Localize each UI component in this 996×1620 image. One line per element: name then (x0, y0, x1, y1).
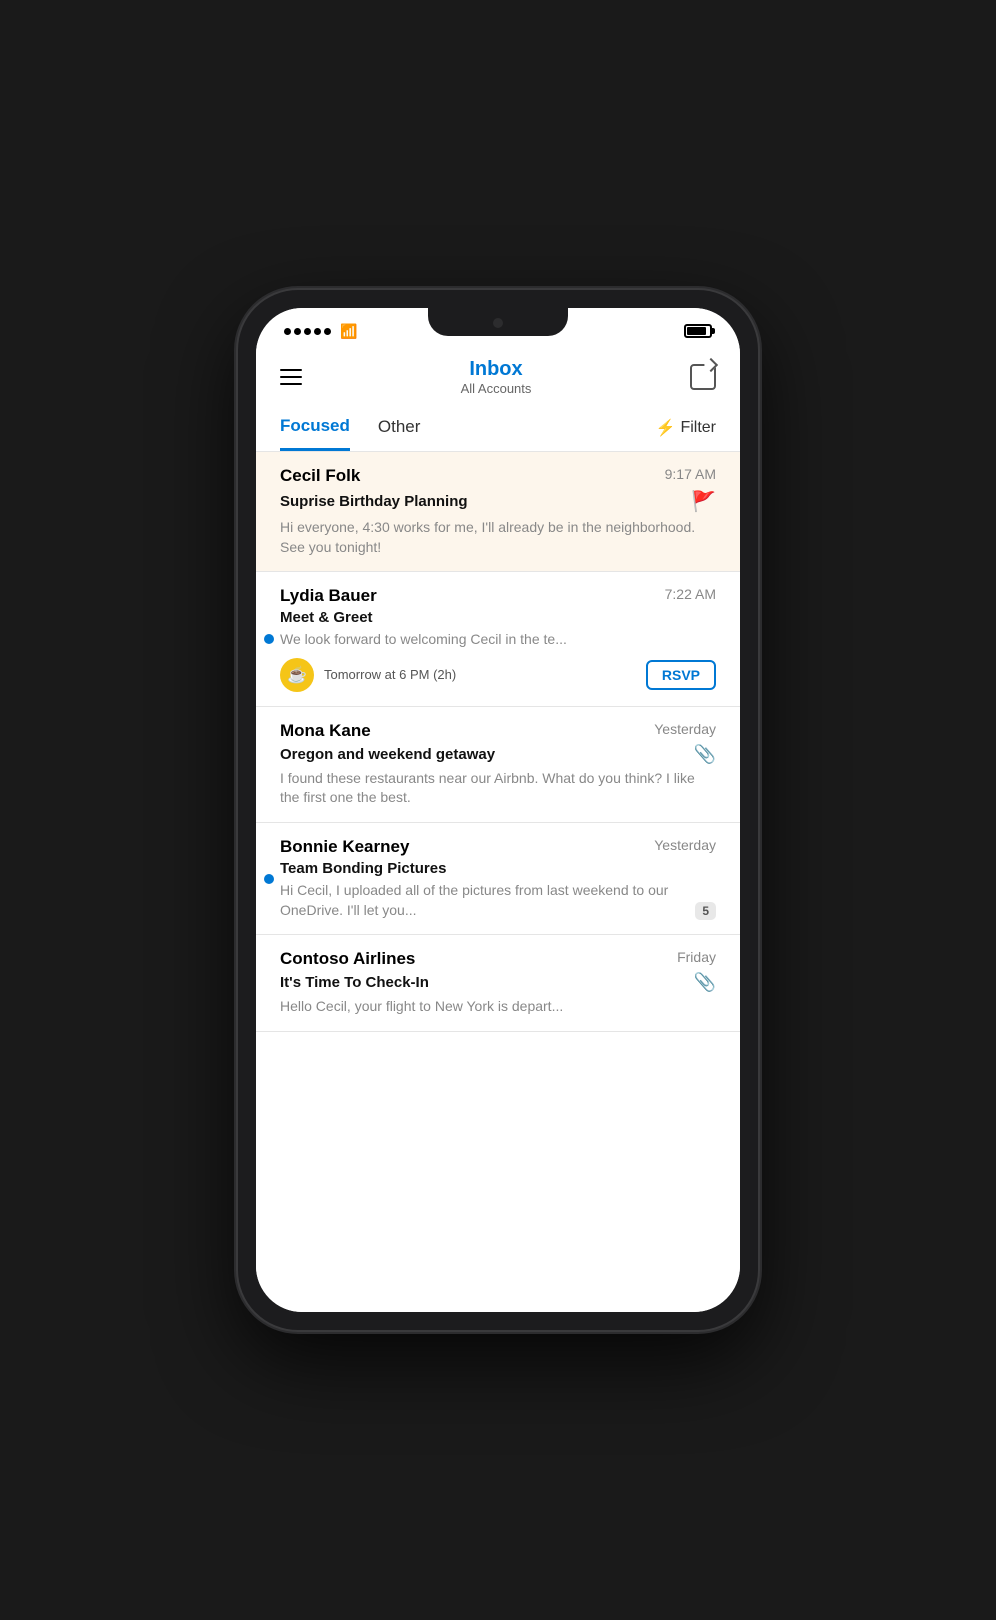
hamburger-line-3 (280, 383, 302, 385)
email-5-sender: Contoso Airlines (280, 949, 415, 969)
email-1-sender: Cecil Folk (280, 466, 360, 486)
filter-label: Filter (680, 419, 716, 437)
email-3-preview: I found these restaurants near our Airbn… (280, 769, 716, 808)
email-4-sender: Bonnie Kearney (280, 837, 409, 857)
signal-dot-3 (304, 328, 311, 335)
notch (428, 308, 568, 336)
email-2-sender: Lydia Bauer (280, 586, 377, 606)
email-5-time: Friday (677, 949, 716, 965)
rsvp-button[interactable]: RSVP (646, 660, 716, 690)
email-5-preview: Hello Cecil, your flight to New York is … (280, 997, 716, 1017)
lightning-icon: ⚡ (656, 418, 676, 438)
tabs-row: Focused Other ⚡ Filter (256, 404, 740, 452)
inbox-title: Inbox (461, 358, 532, 381)
wifi-icon: 📶 (340, 323, 357, 340)
other-tab-label: Other (378, 417, 421, 436)
app-header: Inbox All Accounts (256, 346, 740, 404)
battery-icon (684, 324, 712, 338)
email-5-subject: It's Time To Check-In (280, 974, 429, 991)
unread-dot-4 (264, 874, 274, 884)
email-3-subject: Oregon and weekend getaway (280, 746, 495, 763)
tab-other[interactable]: Other (378, 405, 421, 451)
email-list: Cecil Folk 9:17 AM Suprise Birthday Plan… (256, 452, 740, 1312)
email-3-subject-row: Oregon and weekend getaway 📎 (280, 744, 716, 765)
hamburger-line-1 (280, 369, 302, 371)
signal-dots (284, 328, 331, 335)
hamburger-line-2 (280, 376, 302, 378)
status-left: 📶 (284, 323, 357, 340)
email-item-4[interactable]: Bonnie Kearney Yesterday Team Bonding Pi… (256, 823, 740, 935)
email-2-time: 7:22 AM (665, 586, 716, 602)
account-subtitle: All Accounts (461, 381, 532, 396)
email-4-subject: Team Bonding Pictures (280, 860, 446, 877)
focused-tab-label: Focused (280, 416, 350, 435)
thread-count-4: 5 (695, 902, 716, 920)
email-4-preview: Hi Cecil, I uploaded all of the pictures… (280, 881, 685, 920)
email-item-2[interactable]: Lydia Bauer 7:22 AM Meet & Greet We look… (256, 572, 740, 707)
email-5-subject-row: It's Time To Check-In 📎 (280, 972, 716, 993)
event-icon: ☕ (280, 658, 314, 692)
compose-button[interactable] (690, 364, 716, 390)
email-3-row-top: Mona Kane Yesterday (280, 721, 716, 741)
header-top: Inbox All Accounts (280, 358, 716, 396)
email-4-subject-row: Team Bonding Pictures (280, 860, 716, 877)
email-2-preview: We look forward to welcoming Cecil in th… (280, 630, 716, 650)
attachment-icon-5: 📎 (694, 972, 716, 993)
email-item-3[interactable]: Mona Kane Yesterday Oregon and weekend g… (256, 707, 740, 823)
header-title-group: Inbox All Accounts (461, 358, 532, 396)
rsvp-row: ☕ Tomorrow at 6 PM (2h) RSVP (280, 658, 716, 692)
signal-dot-4 (314, 328, 321, 335)
email-4-row-top: Bonnie Kearney Yesterday (280, 837, 716, 857)
phone-screen: 📶 9:41 AM Inbox All Accounts (256, 308, 740, 1312)
email-4-time: Yesterday (654, 837, 716, 853)
unread-dot-2 (264, 634, 274, 644)
email-item-1[interactable]: Cecil Folk 9:17 AM Suprise Birthday Plan… (256, 452, 740, 572)
status-right (684, 324, 712, 338)
email-2-subject-row: Meet & Greet (280, 609, 716, 626)
hamburger-menu-button[interactable] (280, 369, 302, 385)
email-2-subject: Meet & Greet (280, 609, 373, 626)
attachment-icon-3: 📎 (694, 744, 716, 765)
email-5-row-top: Contoso Airlines Friday (280, 949, 716, 969)
phone-frame: 📶 9:41 AM Inbox All Accounts (238, 290, 758, 1330)
email-1-preview: Hi everyone, 4:30 works for me, I'll alr… (280, 518, 716, 557)
email-1-subject-row: Suprise Birthday Planning 🚩 (280, 489, 716, 514)
email-1-row-top: Cecil Folk 9:17 AM (280, 466, 716, 486)
tab-focused[interactable]: Focused (280, 404, 350, 451)
email-3-sender: Mona Kane (280, 721, 371, 741)
signal-dot-5 (324, 328, 331, 335)
email-2-row-top: Lydia Bauer 7:22 AM (280, 586, 716, 606)
email-3-time: Yesterday (654, 721, 716, 737)
camera-dot (493, 318, 503, 328)
event-time: Tomorrow at 6 PM (2h) (324, 667, 636, 682)
signal-dot-1 (284, 328, 291, 335)
battery-fill (687, 327, 706, 335)
signal-dot-2 (294, 328, 301, 335)
email-1-time: 9:17 AM (665, 466, 716, 482)
event-icon-symbol: ☕ (287, 665, 307, 685)
email-1-subject: Suprise Birthday Planning (280, 493, 468, 510)
email-item-5[interactable]: Contoso Airlines Friday It's Time To Che… (256, 935, 740, 1032)
flag-icon: 🚩 (691, 489, 716, 514)
filter-button[interactable]: ⚡ Filter (656, 418, 716, 438)
